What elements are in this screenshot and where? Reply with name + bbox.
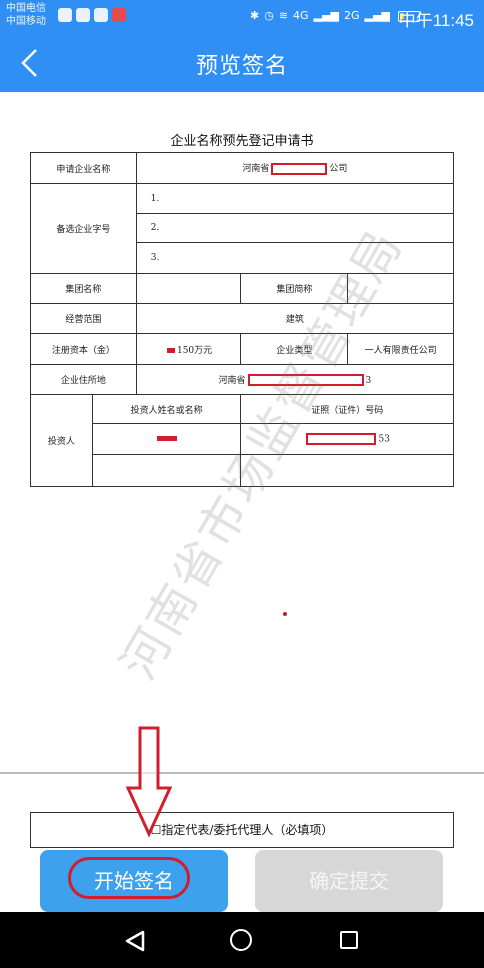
red-dot-mark bbox=[283, 612, 287, 616]
bluetooth-icon: ✱ bbox=[250, 9, 260, 22]
app-bar: 预览签名 bbox=[0, 34, 484, 92]
nav-home-icon[interactable] bbox=[230, 929, 252, 951]
label-address: 企业住所地 bbox=[30, 364, 137, 395]
agent-checkbox-line[interactable]: ☐指定代表/委托代理人（必填项） bbox=[30, 812, 454, 848]
gallery-app-icon bbox=[76, 8, 90, 22]
label-alt-names: 备选企业字号 bbox=[30, 183, 137, 274]
notification-icons bbox=[58, 8, 126, 22]
redaction-mark bbox=[156, 436, 177, 441]
alarm-icon: ◷ bbox=[264, 9, 274, 22]
shield-app-icon bbox=[58, 8, 72, 22]
wifi-icon: ≋ bbox=[278, 9, 289, 22]
label-investors: 投资人 bbox=[30, 394, 93, 487]
label-company-name: 申请企业名称 bbox=[30, 152, 137, 184]
carrier-label-1: 中国电信 bbox=[6, 3, 46, 14]
redaction-mark bbox=[166, 347, 175, 353]
signal-icon-2: ▂▄▆ bbox=[364, 9, 390, 22]
network-label-1: 4G bbox=[293, 9, 309, 22]
redaction-box bbox=[306, 433, 377, 445]
highlight-circle bbox=[68, 857, 190, 899]
label-scope: 经营范围 bbox=[30, 303, 137, 334]
carrier-label-2: 中国移动 bbox=[6, 16, 46, 27]
nav-back-icon[interactable] bbox=[124, 930, 146, 952]
table-row: 备选企业字号 1. bbox=[30, 183, 455, 274]
navigation-bar bbox=[0, 912, 484, 968]
table-row: 申请企业名称 河南省 公司 bbox=[30, 152, 455, 184]
signal-icon-1: ▂▄▆ bbox=[313, 9, 339, 22]
header-investor-name: 投资人姓名或名称 bbox=[91, 394, 242, 424]
alt-name-1: 1. bbox=[135, 183, 455, 214]
confirm-submit-button[interactable]: 确定提交 bbox=[255, 850, 443, 912]
value-capital: 150万元 bbox=[135, 333, 242, 365]
nav-recent-apps-icon[interactable] bbox=[340, 931, 358, 949]
location-app-icon bbox=[112, 8, 126, 22]
section-divider bbox=[0, 772, 484, 774]
page-title: 预览签名 bbox=[195, 54, 288, 79]
alt-name-2: 2. bbox=[135, 213, 455, 243]
table-row: 注册资本（金） 150万元 企业类型 一人有限责任公司 bbox=[30, 333, 454, 365]
redaction-box bbox=[271, 162, 328, 175]
label-capital: 注册资本（金） bbox=[30, 333, 137, 365]
table-row: 经营范围 建筑 bbox=[30, 303, 455, 334]
system-icons: ✱ ◷ ≋ 4G ▂▄▆ 2G ▂▄▆ bbox=[250, 8, 420, 24]
table-row: 企业住所地 河南省 3 bbox=[30, 364, 455, 395]
network-label-2: 2G bbox=[343, 9, 360, 22]
clock: 中午11:45 bbox=[398, 11, 474, 30]
app-icon bbox=[94, 8, 108, 22]
label-group-name: 集团名称 bbox=[30, 273, 137, 304]
value-company-name: 河南省 公司 bbox=[135, 152, 455, 184]
down-arrow-annotation-icon bbox=[126, 726, 172, 838]
value-group-name bbox=[135, 273, 242, 304]
document-title: 企业名称预先登记申请书 bbox=[170, 134, 314, 149]
status-bar: 中国电信 中国移动 ✱ ◷ ≋ 4G ▂▄▆ 2G ▂▄▆ 中午11:45 bbox=[0, 0, 484, 34]
